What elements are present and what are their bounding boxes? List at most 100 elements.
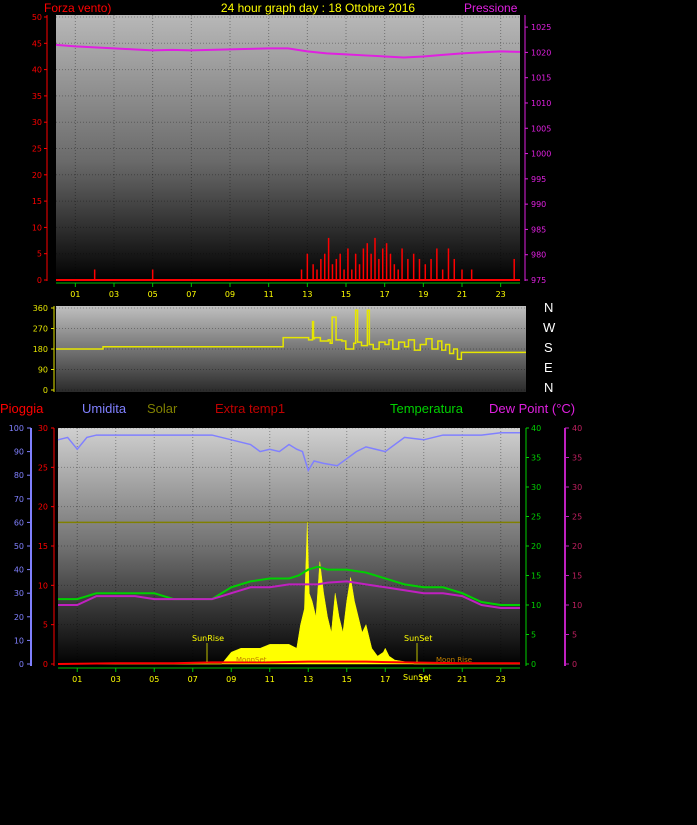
x-tick-label: 23 [496,290,506,299]
compass-label-s: S [544,340,553,355]
x-tick-label: 09 [225,290,235,299]
humidity-axis-label: Umidita [82,401,127,416]
humidity-y-tick-label: 10 [14,636,24,645]
extra-temp-label: Extra temp1 [215,401,285,416]
rain-y-tick-label: 30 [38,424,48,433]
pressure-y-tick-label: 990 [531,200,546,209]
graph-title: 24 hour graph day : 18 Ottobre 2016 [221,1,415,15]
pressure-axis-label: Pressione [464,1,518,15]
compass-label-w: W [543,320,556,335]
direction-y-tick-label: 90 [38,366,48,375]
x-tick-label: 03 [111,675,121,684]
temp-y-tick-label: 40 [531,424,541,433]
humidity-y-tick-label: 30 [14,589,24,598]
sunrise-label: SunRise [192,634,224,643]
x-tick-label: 11 [264,290,274,299]
temp-y-tick-label: 10 [531,601,541,610]
wind-y-tick-label: 25 [32,145,42,154]
compass-label-n-bottom: N [544,380,553,395]
x-tick-label: 05 [148,290,158,299]
x-tick-label: 01 [70,290,80,299]
rain-y-tick-label: 25 [38,463,48,472]
x-tick-label: 17 [380,290,390,299]
humidity-y-tick-label: 100 [9,424,24,433]
x-tick-label: 15 [341,290,351,299]
temp-y-tick-label: 35 [531,454,541,463]
temp-y-tick-label: 30 [531,483,541,492]
direction-y-tick-label: 180 [33,345,48,354]
pressure-y-tick-label: 1020 [531,48,551,57]
humidity-y-tick-label: 20 [14,613,24,622]
temp-y-tick-label: 25 [531,513,541,522]
pressure-y-tick-label: 985 [531,225,546,234]
pressure-y-tick-label: 995 [531,175,546,184]
temp-y-tick-label: 5 [531,631,536,640]
dew-point-axis-label: Dew Point (°C) [489,401,575,416]
humidity-y-tick-label: 60 [14,518,24,527]
dew-y-tick-label: 30 [572,483,582,492]
wind-y-tick-label: 35 [32,92,42,101]
x-tick-label: 07 [186,290,196,299]
humidity-y-tick-label: 80 [14,471,24,480]
dew-y-tick-label: 15 [572,572,582,581]
rain-y-tick-label: 5 [43,621,48,630]
wind-y-tick-label: 10 [32,223,42,232]
pressure-y-tick-label: 980 [531,251,546,260]
x-tick-label: 03 [109,290,119,299]
temp-humidity-plot-area [58,428,520,666]
x-tick-label: 15 [342,675,352,684]
humidity-y-tick-label: 70 [14,495,24,504]
pressure-y-tick-label: 975 [531,276,546,285]
dew-y-tick-label: 25 [572,513,582,522]
dew-y-tick-label: 40 [572,424,582,433]
wind-y-tick-label: 50 [32,13,42,22]
direction-y-tick-label: 270 [33,325,48,334]
rain-y-tick-label: 0 [43,660,48,669]
temp-y-tick-label: 15 [531,572,541,581]
dew-y-tick-label: 20 [572,542,582,551]
wind-y-tick-label: 20 [32,171,42,180]
pressure-y-tick-label: 1015 [531,74,551,83]
moonset-label: MoonSet [236,656,267,664]
wind-y-tick-label: 0 [37,276,42,285]
x-tick-label: 17 [380,675,390,684]
dew-y-tick-label: 10 [572,601,582,610]
compass-label-e: E [544,360,553,375]
rain-y-tick-label: 10 [38,581,48,590]
pressure-y-tick-label: 1005 [531,124,551,133]
x-tick-label: 13 [302,290,312,299]
x-tick-label: 01 [72,675,82,684]
wind-y-tick-label: 5 [37,250,42,259]
direction-y-tick-label: 360 [33,304,48,313]
dew-y-tick-label: 5 [572,631,577,640]
x-tick-label: 07 [188,675,198,684]
x-tick-label: 11 [265,675,275,684]
dew-y-tick-label: 35 [572,454,582,463]
dew-y-tick-label: 0 [572,660,577,669]
pressure-y-tick-label: 1025 [531,23,551,32]
wind-axis-label: Forza vento) [44,1,111,15]
wind-y-tick-label: 30 [32,118,42,127]
wind-y-tick-label: 45 [32,39,42,48]
sunset-bottom-label: SunSet [403,673,431,682]
rain-y-tick-label: 15 [38,542,48,551]
rain-axis-label: Pioggia [0,401,44,416]
moonrise-label: Moon Rise [436,656,472,664]
humidity-y-tick-label: 90 [14,448,24,457]
pressure-y-tick-label: 1010 [531,99,551,108]
x-tick-label: 21 [457,290,467,299]
temp-y-tick-label: 20 [531,542,541,551]
wind-y-tick-label: 15 [32,197,42,206]
x-tick-label: 19 [418,290,428,299]
weather-graph: 01 03 05 07 09 11 13 15 17 19 21 230510152025303540… [0,1,582,684]
wind-y-tick-label: 40 [32,66,42,75]
temperature-axis-label: Temperatura [390,401,464,416]
sunset-label: SunSet [404,634,432,643]
x-tick-label: 21 [457,675,467,684]
rain-y-tick-label: 20 [38,503,48,512]
pressure-y-tick-label: 1000 [531,150,551,159]
x-tick-label: 13 [303,675,313,684]
humidity-y-tick-label: 0 [19,660,24,669]
solar-label: Solar [147,401,178,416]
compass-label-n-top: N [544,300,553,315]
